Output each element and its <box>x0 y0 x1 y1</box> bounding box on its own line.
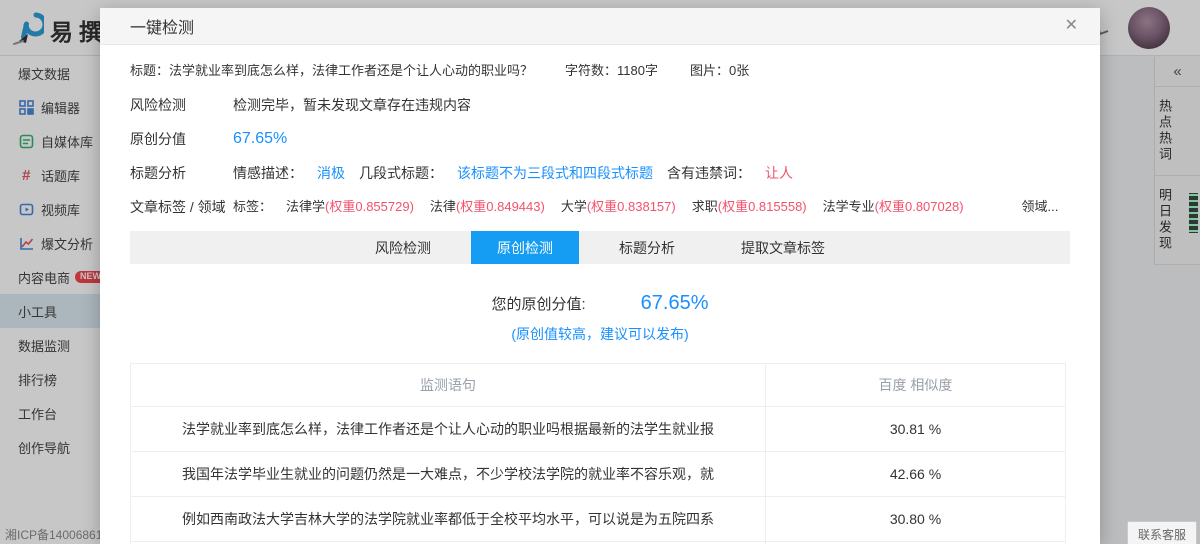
column-header-similarity: 百度 相似度 <box>765 363 1066 407</box>
modal-body: 标题：法学就业率到底怎么样，法律工作者还是个让人心动的职业吗？ 字符数：1180… <box>100 61 1100 544</box>
table-row: 例如西南政法大学吉林大学的法学院就业率都低于全校平均水平，可以说是为五院四系 3… <box>130 496 1066 542</box>
modal-header: 一键检测 ✕ <box>100 8 1100 45</box>
similarity-cell: 42.66 % <box>765 451 1066 497</box>
tags-domain-label: 文章标签 / 领域 <box>130 199 226 215</box>
sentence-cell: 我国年法学毕业生就业的问题仍然是一大难点，不少学校法学院的就业率不容乐观，就 <box>130 451 766 497</box>
originality-score-row: 原创分值 67.65% <box>130 129 1070 149</box>
originality-value: 67.65% <box>233 130 288 147</box>
originality-score-banner: 您的原创分值: 67.65% <box>130 292 1070 315</box>
column-header-sentence: 监测语句 <box>130 363 766 407</box>
char-count-label: 字符数： <box>565 63 618 78</box>
sentiment-label: 情感描述： <box>233 165 303 181</box>
article-tag: 法律(权重0.849443) <box>429 199 545 214</box>
article-tag: 法律学(权重0.855729) <box>286 199 414 214</box>
segment-style-label: 几段式标题： <box>359 165 443 181</box>
domain-more-text: 领域... <box>1021 199 1059 214</box>
article-info-row: 标题：法学就业率到底怎么样，法律工作者还是个让人心动的职业吗？ 字符数：1180… <box>130 61 1070 81</box>
modal-title: 一键检测 <box>130 20 195 37</box>
article-tag: 大学(权重0.838157) <box>560 199 676 214</box>
tags-domain-row: 文章标签 / 领域 标签： 法律学(权重0.855729) 法律(权重0.849… <box>130 197 1070 217</box>
risk-value: 检测完毕，暂未发现文章存在违规内容 <box>233 97 471 113</box>
risk-label: 风险检测 <box>130 97 186 113</box>
tab-title-analysis[interactable]: 标题分析 <box>593 231 701 264</box>
sentiment-value: 消极 <box>317 165 345 181</box>
score-label: 您的原创分值: <box>491 296 586 313</box>
image-count-label: 图片： <box>690 63 730 78</box>
score-value: 67.65% <box>640 292 709 314</box>
table-header-row: 监测语句 百度 相似度 <box>130 363 1066 407</box>
detection-modal: 一键检测 ✕ 标题：法学就业率到底怎么样，法律工作者还是个让人心动的职业吗？ 字… <box>100 8 1100 544</box>
title-analysis-row: 标题分析 情感描述： 消极 几段式标题： 该标题不为三段式和四段式标题 含有违禁… <box>130 163 1070 183</box>
score-advice: (原创值较高，建议可以发布) <box>511 326 689 342</box>
segment-style-value: 该标题不为三段式和四段式标题 <box>457 165 653 181</box>
article-title-label: 标题： <box>130 63 170 78</box>
banned-words-label: 含有违禁词： <box>667 165 751 181</box>
close-icon[interactable]: ✕ <box>1065 18 1078 34</box>
risk-detection-row: 风险检测 检测完毕，暂未发现文章存在违规内容 <box>130 95 1070 115</box>
banned-words-value: 让人 <box>765 165 793 181</box>
app-root: 易撰 ® 爆文数据 编辑器 自媒体库 <box>0 0 1200 544</box>
sentence-cell: 法学就业率到底怎么样，法律工作者还是个让人心动的职业吗根据最新的法学生就业报 <box>130 406 766 452</box>
contact-support-button[interactable]: 联系客服 <box>1126 521 1197 544</box>
image-count-value: 0张 <box>729 63 750 78</box>
scroll-indicator-widget[interactable] <box>1187 188 1200 238</box>
similarity-cell: 30.81 % <box>765 406 1066 452</box>
table-row: 我国年法学毕业生就业的问题仍然是一大难点，不少学校法学院的就业率不容乐观，就 4… <box>130 451 1066 497</box>
article-tag: 求职(权重0.815558) <box>691 199 807 214</box>
table-row: 法学就业率到底怎么样，法律工作者还是个让人心动的职业吗根据最新的法学生就业报 3… <box>130 406 1066 452</box>
char-count-value: 1180字 <box>617 63 659 78</box>
article-title-value: 法学就业率到底怎么样，法律工作者还是个让人心动的职业吗？ <box>169 63 534 78</box>
similarity-cell: 30.80 % <box>765 496 1066 542</box>
title-analysis-label: 标题分析 <box>130 165 186 181</box>
tags-prefix: 标签： <box>233 199 273 214</box>
tab-extract-tags[interactable]: 提取文章标签 <box>715 231 851 264</box>
tab-originality-detection[interactable]: 原创检测 <box>471 231 579 264</box>
article-tag: 法学专业(权重0.807028) <box>822 199 964 214</box>
sentence-cell: 例如西南政法大学吉林大学的法学院就业率都低于全校平均水平，可以说是为五院四系 <box>130 496 766 542</box>
originality-label: 原创分值 <box>130 131 186 147</box>
similarity-table: 监测语句 百度 相似度 法学就业率到底怎么样，法律工作者还是个让人心动的职业吗根… <box>130 363 1066 544</box>
detection-tab-strip: 风险检测 原创检测 标题分析 提取文章标签 <box>130 231 1070 264</box>
tab-risk-detection[interactable]: 风险检测 <box>349 231 457 264</box>
